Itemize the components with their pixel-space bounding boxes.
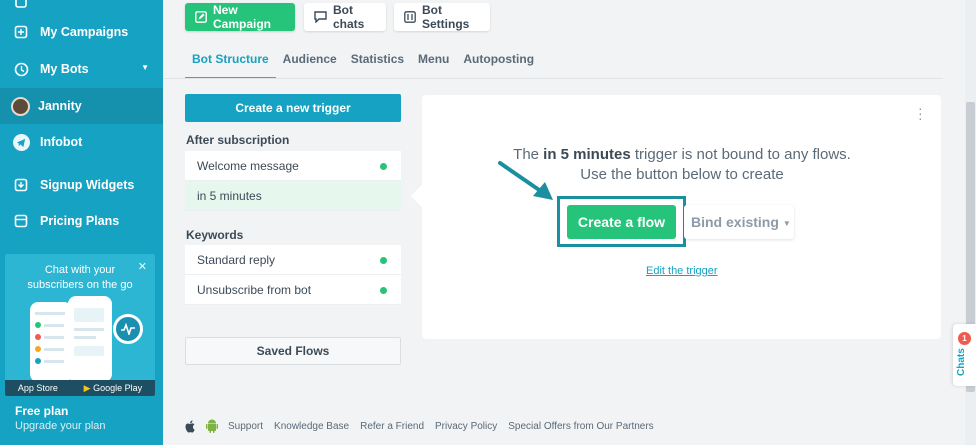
- upgrade-plan-link[interactable]: Upgrade your plan: [15, 420, 106, 432]
- chat-icon: [314, 11, 327, 23]
- android-icon[interactable]: [206, 419, 218, 433]
- tab-menu[interactable]: Menu: [411, 52, 456, 79]
- sidebar-item-jannity[interactable]: Jannity: [0, 88, 163, 124]
- tab-bot-structure[interactable]: Bot Structure: [185, 52, 276, 79]
- phone-illustration: [30, 302, 72, 382]
- sidebar-item-label: My Bots: [40, 62, 89, 76]
- footer-link-knowledge-base[interactable]: Knowledge Base: [274, 421, 349, 432]
- trigger-label: Standard reply: [197, 252, 276, 267]
- sidebar-item-infobot[interactable]: Infobot: [0, 124, 163, 160]
- edit-icon: [195, 11, 207, 23]
- new-campaign-button[interactable]: New Campaign: [185, 3, 295, 31]
- chats-label: Chats: [956, 348, 967, 376]
- edit-trigger-link[interactable]: Edit the trigger: [646, 265, 718, 277]
- trigger-label: in 5 minutes: [197, 188, 262, 203]
- tab-divider: [163, 78, 943, 79]
- settings-sliders-icon: [404, 11, 416, 23]
- saved-flows-button[interactable]: Saved Flows: [185, 337, 401, 365]
- footer-link-support[interactable]: Support: [228, 421, 263, 432]
- arrow-pointer-icon: [498, 161, 553, 200]
- bot-tabs: Bot Structure Audience Statistics Menu A…: [185, 52, 541, 79]
- sidebar: My Campaigns My Bots ▼ Jannity Infobot S…: [0, 0, 163, 445]
- create-flow-button[interactable]: Create a flow: [567, 205, 676, 239]
- sidebar-item-label: Pricing Plans: [40, 214, 120, 228]
- chevron-down-icon: ▼: [782, 219, 791, 228]
- pulse-icon: [113, 314, 143, 344]
- bind-existing-button[interactable]: Bind existing ▼: [684, 205, 794, 239]
- tab-audience[interactable]: Audience: [276, 52, 344, 79]
- plan-name: Free plan: [15, 404, 69, 418]
- tab-statistics[interactable]: Statistics: [344, 52, 411, 79]
- status-dot: [380, 257, 387, 264]
- footer-link-refer-a-friend[interactable]: Refer a Friend: [360, 421, 424, 432]
- bot-settings-button[interactable]: Bot Settings: [394, 3, 490, 31]
- bot-avatar: [11, 96, 30, 116]
- app-store-link[interactable]: App Store: [18, 383, 58, 393]
- promo-text: Chat with your subscribers on the go: [27, 264, 133, 291]
- bot-chats-button[interactable]: Bot chats: [304, 3, 386, 31]
- widget-icon: [13, 177, 29, 193]
- trigger-label: Unsubscribe from bot: [197, 282, 312, 297]
- pricing-icon: [13, 213, 29, 229]
- status-dot: [380, 163, 387, 170]
- footer: Support Knowledge Base Refer a Friend Pr…: [185, 419, 665, 433]
- section-after-subscription: After subscription: [186, 133, 290, 147]
- sidebar-item-my-campaigns[interactable]: My Campaigns: [0, 14, 163, 50]
- google-play-link[interactable]: ▶ Google Play: [84, 383, 142, 394]
- sidebar-item-signup-widgets[interactable]: Signup Widgets: [0, 167, 163, 203]
- footer-link-special-offers[interactable]: Special Offers from Our Partners: [508, 421, 653, 432]
- campaign-icon: [13, 24, 29, 40]
- mobile-app-promo[interactable]: Chat with your subscribers on the go ✕ A…: [5, 254, 155, 396]
- status-dot: [380, 287, 387, 294]
- trigger-in-5-minutes[interactable]: in 5 minutes: [185, 181, 401, 211]
- close-icon[interactable]: ✕: [138, 260, 147, 273]
- telegram-icon: [13, 133, 30, 151]
- play-icon: ▶: [83, 382, 91, 393]
- chats-unread-badge: 1: [958, 332, 971, 345]
- trigger-welcome-message[interactable]: Welcome message: [185, 151, 401, 181]
- sidebar-item-label: Jannity: [38, 99, 82, 113]
- bind-existing-label: Bind existing: [691, 214, 779, 230]
- trigger-label: Welcome message: [197, 158, 299, 173]
- phone-illustration: [68, 296, 112, 382]
- apple-icon[interactable]: [185, 419, 196, 433]
- sidebar-item-my-bots[interactable]: My Bots ▼: [0, 51, 163, 87]
- sidebar-item-label: My Campaigns: [40, 25, 129, 39]
- chevron-down-icon[interactable]: ▼: [141, 63, 149, 72]
- sidebar-item-pricing-plans[interactable]: Pricing Plans: [0, 203, 163, 239]
- square-icon: [13, 0, 29, 12]
- bots-icon: [13, 61, 29, 77]
- sidebar-item-label: Signup Widgets: [40, 178, 135, 192]
- store-links: App Store ▶ Google Play: [5, 380, 155, 396]
- chats-widget-tab[interactable]: 1 Chats: [953, 324, 976, 386]
- sidebar-item-label: Infobot: [40, 135, 83, 149]
- tab-autoposting[interactable]: Autoposting: [456, 52, 541, 79]
- trigger-standard-reply[interactable]: Standard reply: [185, 245, 401, 275]
- more-options-icon[interactable]: · · ·: [918, 101, 923, 125]
- trigger-unsubscribe[interactable]: Unsubscribe from bot: [185, 275, 401, 305]
- section-keywords: Keywords: [186, 228, 244, 242]
- create-trigger-button[interactable]: Create a new trigger: [185, 94, 401, 122]
- footer-link-privacy-policy[interactable]: Privacy Policy: [435, 421, 497, 432]
